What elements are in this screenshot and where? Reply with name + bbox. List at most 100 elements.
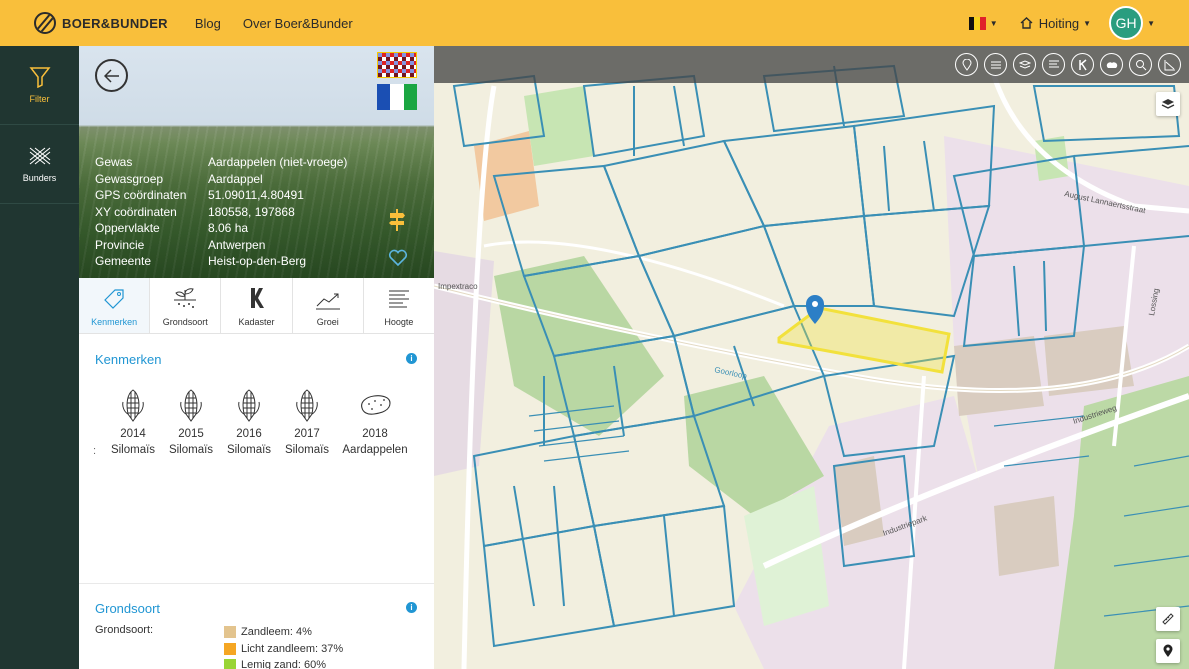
corn-icon (238, 389, 260, 422)
kadaster-k-icon (250, 288, 264, 308)
list-circle-icon[interactable] (1042, 53, 1065, 76)
grondsoort-section: Grondsoort i Grondsoort: Zandleem: 4% Li… (79, 583, 434, 669)
corn-icon (180, 389, 202, 422)
top-bar: BOER&BUNDER Blog Over Boer&Bunder ▼ Hoit… (0, 0, 1189, 46)
soil-label: Grondsoort: (95, 624, 154, 636)
soil-legend: Zandleem: 4% Licht zandleem: 37% Lemig z… (224, 624, 343, 669)
location-pin-icon (1163, 644, 1173, 657)
info-row-municipality: Gemeente Heist-op-den-Berg (95, 253, 347, 270)
slope-icon[interactable] (1158, 53, 1181, 76)
crop-name: Silomaïs (226, 444, 272, 456)
info-row-gps: GPS coördinaten 51.09011,4.80491 (95, 187, 347, 204)
home-icon (1020, 17, 1033, 29)
info-value: Heist-op-den-Berg (208, 254, 307, 268)
info-row-crop-group: Gewasgroep Aardappel (95, 171, 347, 188)
detail-tabs: Kenmerken Grondsoort Kadaster Groei Hoog… (79, 278, 434, 334)
tab-kenmerken[interactable]: Kenmerken (79, 278, 151, 333)
info-value: 51.09011,4.80491 (208, 188, 304, 202)
account-menu[interactable]: GH ▼ (1109, 6, 1155, 40)
info-icon[interactable]: i (406, 353, 417, 364)
map-toolbar (434, 46, 1189, 83)
heart-icon[interactable] (388, 249, 408, 267)
tab-kadaster[interactable]: Kadaster (221, 278, 293, 333)
info-key: Oppervlakte (95, 221, 160, 235)
tab-label: Hoogte (384, 317, 414, 327)
info-row-province: Provincie Antwerpen (95, 237, 347, 254)
crop-year-item: 2016 Silomaïs (220, 388, 278, 458)
crop-year-item: 2014 Silomaïs (104, 388, 162, 458)
left-rail: Filter Bunders (0, 46, 79, 669)
tab-label: Groei (316, 317, 339, 327)
info-key: Gemeente (95, 254, 152, 268)
arrow-left-icon (103, 68, 119, 83)
rail-item-label: Filter (29, 94, 50, 104)
info-row-xy: XY coördinaten 180558, 197868 (95, 204, 347, 221)
rail-item-filter[interactable]: Filter (0, 46, 79, 125)
parcel-photo: Gewas Aardappelen (niet-vroege) Gewasgroe… (79, 46, 434, 278)
soil-swatch (224, 642, 236, 655)
info-row-area: Oppervlakte 8.06 ha (95, 220, 347, 237)
nav-about-link[interactable]: Over Boer&Bunder (243, 16, 353, 31)
info-key: XY coördinaten (95, 204, 177, 219)
parcel-panel: Gewas Aardappelen (niet-vroege) Gewasgroe… (79, 46, 434, 669)
brand-logo[interactable]: BOER&BUNDER (34, 0, 168, 46)
logo-icon (34, 12, 56, 34)
language-selector[interactable]: ▼ (968, 16, 998, 30)
soil-legend-item: Licht zandleem: 37% (224, 641, 343, 658)
brand-name: BOER&BUNDER (62, 15, 168, 31)
map-canvas: Impextraco Industrieweg Industriepark Go… (434, 46, 1189, 669)
info-row-crop: Gewas Aardappelen (niet-vroege) (95, 154, 347, 171)
tab-groei[interactable]: Groei (292, 278, 364, 333)
crop-history: 2014 Silomaïs 2015 Silomaïs 2016 Silomaï… (104, 388, 412, 458)
belgium-flag-icon (968, 16, 986, 30)
parcel-map[interactable]: Impextraco Industrieweg Industriepark Go… (434, 46, 1189, 669)
soil-summary: Grondsoort: Zandleem: 4% Licht zandleem:… (95, 624, 418, 669)
layers-button[interactable] (1156, 92, 1180, 116)
signpost-icon[interactable] (388, 208, 406, 232)
water-icon[interactable] (984, 53, 1007, 76)
filter-icon (28, 67, 51, 88)
potato-icon (361, 395, 391, 415)
chevron-down-icon: ▼ (1147, 18, 1155, 28)
nav-blog-link[interactable]: Blog (195, 16, 221, 31)
crop-name: Silomaïs (110, 444, 156, 456)
crop-year-item: 2015 Silomaïs (162, 388, 220, 458)
province-flag (377, 84, 417, 110)
marker-circle-icon[interactable] (955, 53, 978, 76)
crop-year: 2015 (178, 428, 204, 440)
info-key: GPS coördinaten (95, 188, 187, 202)
locate-button[interactable] (1156, 639, 1180, 663)
crop-name: Silomaïs (168, 444, 214, 456)
rail-item-label: Bunders (22, 173, 57, 183)
tab-label: Grondsoort (162, 317, 208, 327)
layers-circle-icon[interactable] (1013, 53, 1036, 76)
tab-label: Kadaster (238, 317, 275, 327)
info-key: Gewasgroep (95, 171, 164, 186)
tab-hoogte[interactable]: Hoogte (363, 278, 434, 333)
measure-button[interactable] (1156, 607, 1180, 631)
soil-swatch (224, 659, 236, 669)
growth-chart-icon (315, 293, 340, 310)
info-icon[interactable]: i (406, 602, 417, 613)
tab-label: Kenmerken (91, 317, 138, 327)
crop-year: 2016 (236, 428, 262, 440)
kadaster-circle-icon[interactable] (1071, 53, 1094, 76)
crop-name: Silomaïs (284, 444, 330, 456)
soil-legend-text: Licht zandleem: 37% (241, 642, 344, 655)
chevron-down-icon: ▼ (989, 18, 998, 28)
layers-icon (1161, 99, 1175, 109)
farm-menu[interactable]: Hoiting ▼ (1020, 16, 1091, 31)
back-button[interactable] (95, 59, 128, 92)
rail-item-bunders[interactable]: Bunders (0, 125, 79, 204)
corn-icon (122, 389, 144, 422)
map-label: Impextraco (438, 282, 478, 291)
tab-grondsoort[interactable]: Grondsoort (150, 278, 222, 333)
crop-list-stub: : (93, 445, 97, 457)
corn-icon (296, 389, 318, 422)
info-key: Gewas (95, 155, 133, 169)
info-value: Aardappel (208, 171, 263, 186)
weather-icon[interactable] (1100, 53, 1123, 76)
crop-year: 2014 (120, 428, 146, 440)
search-zoom-icon[interactable] (1129, 53, 1152, 76)
crop-year: 2018 (362, 428, 388, 440)
